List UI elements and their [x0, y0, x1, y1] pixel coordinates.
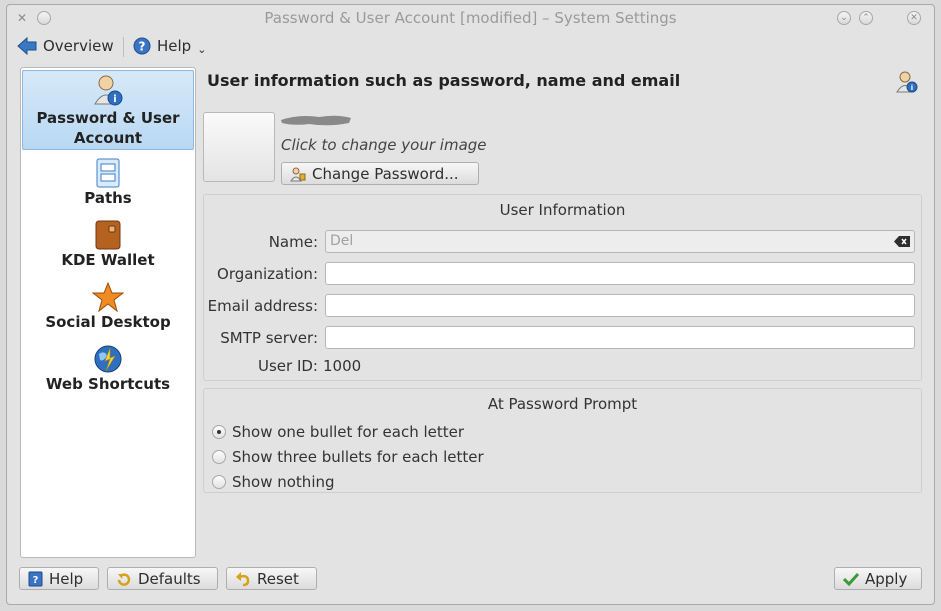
radio-indicator[interactable] [212, 425, 226, 439]
sidebar-item-kde-wallet[interactable]: KDE Wallet [22, 220, 194, 272]
undo-icon [236, 571, 250, 586]
help-button[interactable]: ? Help [19, 567, 99, 590]
radio-three-bullets[interactable]: Show three bullets for each letter [212, 448, 484, 466]
help-menu-button[interactable]: ? Help ⌄ [133, 33, 206, 59]
minimize-button[interactable]: ⌄ [837, 11, 851, 25]
user-info-small-icon: i [896, 71, 918, 93]
user-id-label: User ID: [258, 357, 318, 375]
clear-icon[interactable] [894, 236, 910, 247]
apply-label: Apply [865, 569, 908, 588]
name-field[interactable]: Del [325, 230, 915, 253]
radio-label: Show one bullet for each letter [232, 423, 465, 441]
radio-label: Show three bullets for each letter [232, 448, 484, 466]
name-label: Name: [268, 233, 318, 251]
page-title: User information such as password, name … [207, 71, 681, 90]
sidebar-item-label: Paths [84, 189, 132, 207]
sidebar-item-web-shortcuts[interactable]: Web Shortcuts [22, 344, 194, 396]
email-field[interactable] [325, 294, 915, 317]
wallet-icon [95, 220, 121, 250]
sidebar-item-password-user-account[interactable]: i Password & User Account [22, 70, 194, 150]
change-password-label: Change Password... [312, 164, 459, 183]
defaults-icon [117, 572, 131, 586]
sidebar-item-label: Social Desktop [45, 313, 171, 331]
svg-text:?: ? [139, 40, 146, 54]
close-button[interactable]: ✕ [907, 11, 921, 25]
overview-button[interactable]: Overview [17, 33, 114, 59]
email-label: Email address: [207, 297, 318, 315]
toolbar: Overview ? Help ⌄ [7, 33, 934, 59]
help-label: Help [157, 37, 192, 55]
user-id-value: 1000 [323, 357, 362, 375]
checkmark-icon [843, 572, 859, 586]
overview-label: Overview [43, 37, 114, 55]
globe-icon [94, 345, 122, 373]
defaults-label: Defaults [138, 569, 201, 588]
change-image-hint: Click to change your image [281, 136, 487, 154]
user-information-group: User Information Name: Del Organization:… [203, 194, 922, 381]
help-icon: ? [133, 37, 151, 55]
sidebar: i Password & User Account Paths KDE Wall… [20, 67, 196, 558]
system-settings-window: ✕ Password & User Account [modified] – S… [6, 4, 935, 605]
svg-text:i: i [113, 94, 116, 105]
radio-label: Show nothing [232, 473, 335, 491]
username-redacted-icon [281, 115, 351, 126]
help-button-label: Help [49, 569, 84, 588]
sidebar-item-social-desktop[interactable]: Social Desktop [22, 282, 194, 334]
organization-field[interactable] [325, 262, 915, 285]
defaults-button[interactable]: Defaults [107, 567, 218, 590]
sidebar-item-label: KDE Wallet [61, 251, 155, 269]
radio-indicator[interactable] [212, 475, 226, 489]
radio-show-nothing[interactable]: Show nothing [212, 473, 335, 491]
apply-button[interactable]: Apply [834, 567, 922, 590]
maximize-button[interactable]: ⌃ [859, 11, 873, 25]
sidebar-item-label: Web Shortcuts [45, 375, 171, 393]
svg-text:i: i [911, 84, 913, 92]
radio-one-bullet[interactable]: Show one bullet for each letter [212, 423, 464, 441]
user-info-icon: i [94, 75, 123, 106]
smtp-field[interactable] [325, 326, 915, 349]
sidebar-item-label: Password & User Account [36, 109, 180, 147]
password-prompt-title: At Password Prompt [487, 395, 638, 413]
window-title: Password & User Account [modified] – Sys… [264, 9, 677, 27]
radio-indicator[interactable] [212, 450, 226, 464]
star-icon [92, 282, 124, 312]
toolbar-separator [123, 37, 124, 57]
paths-icon [96, 158, 120, 188]
titlebar: ✕ Password & User Account [modified] – S… [7, 5, 934, 29]
organization-label: Organization: [217, 265, 318, 283]
back-arrow-icon [17, 37, 37, 55]
help-book-icon: ? [28, 571, 43, 586]
user-information-title: User Information [499, 201, 626, 219]
change-password-button[interactable]: Change Password... [281, 162, 479, 185]
svg-text:?: ? [33, 575, 39, 586]
smtp-label: SMTP server: [220, 329, 318, 347]
password-icon [290, 167, 306, 181]
name-value: Del [330, 233, 354, 249]
sidebar-item-paths[interactable]: Paths [22, 158, 194, 210]
reset-label: Reset [257, 569, 299, 588]
user-image-button[interactable] [203, 112, 275, 182]
chevron-down-icon: ⌄ [197, 42, 207, 56]
reset-button[interactable]: Reset [226, 567, 317, 590]
